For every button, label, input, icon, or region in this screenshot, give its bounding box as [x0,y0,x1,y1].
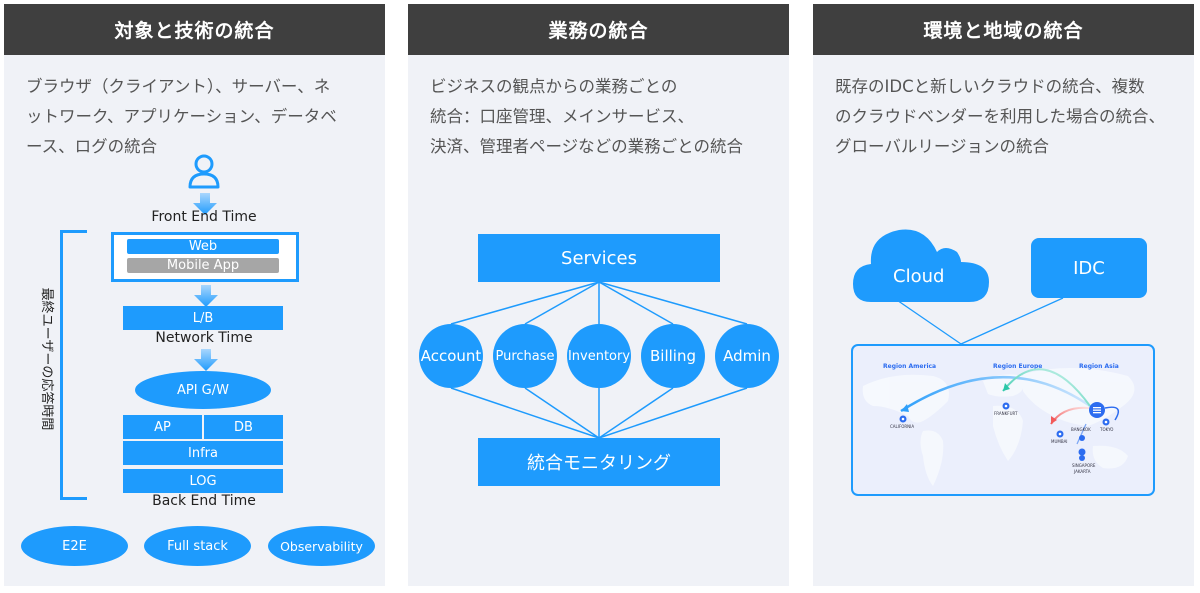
tag-full-stack: Full stack [144,526,251,566]
connection-line [598,387,674,439]
world-map: Region America Region Europe Region Asia [851,344,1155,496]
front-end-time-label: Front End Time [151,209,257,225]
city-label: SINGAPORE [1072,463,1096,468]
tag-e2e: E2E [21,526,128,566]
response-time-label: 最終ユーザーの応答時間 [39,287,55,431]
ap-box: AP [123,415,202,439]
integrated-monitoring-box: 統合モニタリング [478,438,720,486]
connection-line [524,387,600,439]
panel-environment-region-integration: 環境と地域の統合 既存のIDCと新しいクラウドの統合、複数 のクラウドベンダーを… [813,4,1194,586]
service-node-billing: Billing [641,324,705,388]
down-arrow-icon [194,285,218,307]
service-node-admin: Admin [715,324,779,388]
lb-box: L/B [123,306,283,330]
connection-lines [890,295,1064,345]
network-time-label: Network Time [155,330,253,346]
connection-line [598,387,748,439]
panel-title: 対象と技術の統合 [4,4,385,55]
connection-line [598,281,748,325]
db-box: DB [204,415,283,439]
mobile-app-box: Mobile App [127,258,279,273]
down-arrow-icon [194,349,218,371]
service-node-inventory: Inventory [567,324,631,388]
back-end-time-label: Back End Time [152,493,256,509]
web-box: Web [127,239,279,254]
connection-line [450,281,600,325]
user-icon [188,154,220,189]
connection-line [450,387,600,439]
services-box: Services [478,234,720,282]
city-label: FRANKFURT [994,411,1018,416]
panel-object-tech-integration: 対象と技術の統合 ブラウザ（クライアント）、サーバー、ネ ットワーク、アプリケー… [4,4,385,586]
region-label-asia: Region Asia [1079,363,1119,370]
city-label: MUMBAI [1051,439,1068,444]
service-node-account: Account [419,324,483,388]
city-label: CALIFORNIA [890,424,914,429]
world-map-graphic: Region America Region Europe Region Asia [862,363,1135,486]
city-label: TOKYO [1099,427,1113,432]
response-time-bracket [60,230,87,500]
city-label: JAKARTA [1073,469,1091,474]
city-label: BANGKOK [1071,427,1091,432]
connection-line [524,281,600,325]
panel-description: ブラウザ（クライアント）、サーバー、ネ ットワーク、アプリケーション、データベ … [26,77,337,156]
connection-line [598,281,674,325]
service-node-purchase: Purchase [493,324,557,388]
panel-business-integration: 業務の統合 ビジネスの観点からの業務ごとの 統合：口座管理、メインサービス、 決… [408,4,789,586]
log-box: LOG [123,469,283,493]
infra-box: Infra [123,441,283,465]
region-label-america: Region America [883,363,936,370]
service-connection-lines [450,281,748,439]
api-gateway-ellipse: API G/W [135,371,271,409]
tag-observability: Observability [268,526,375,566]
